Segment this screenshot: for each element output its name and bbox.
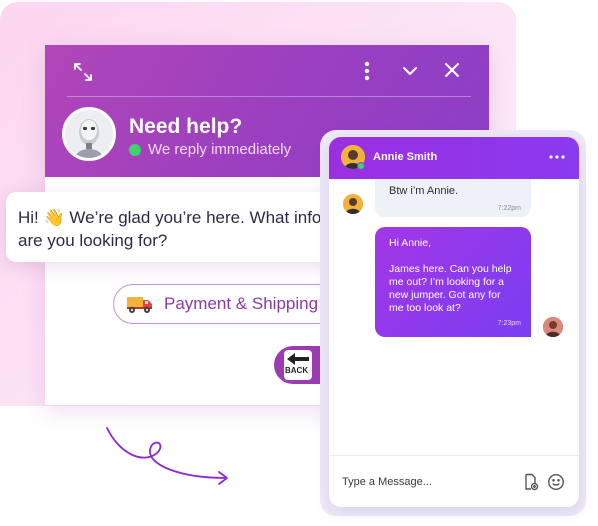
more-horizontal-icon[interactable] xyxy=(549,147,565,163)
agent-avatar-small xyxy=(343,194,363,214)
message-input-row xyxy=(329,455,579,507)
status-text: We reply immediately xyxy=(148,141,292,158)
attach-file-icon[interactable] xyxy=(523,473,539,491)
message-input[interactable] xyxy=(342,475,502,488)
bot-avatar xyxy=(62,107,116,161)
message-time: 7:23pm xyxy=(497,320,521,327)
message-text: Hi Annie, James here. Can you help me ou… xyxy=(389,237,512,314)
payment-shipping-option[interactable]: Payment & Shipping xyxy=(113,284,353,324)
squiggle-arrow-icon xyxy=(106,427,228,485)
chat-header: Annie Smith xyxy=(329,137,579,179)
user-avatar xyxy=(543,317,563,337)
online-status-dot xyxy=(129,144,141,156)
agent-message: Btw i’m Annie. 7:22pm xyxy=(375,179,531,217)
greeting-message: Hi! 👋 We’re glad you’re here. What info … xyxy=(6,192,338,262)
truck-icon xyxy=(126,294,154,314)
message-text: Btw i’m Annie. xyxy=(389,185,459,197)
header-divider xyxy=(67,96,471,97)
emoji-icon[interactable] xyxy=(547,473,565,491)
close-icon[interactable] xyxy=(442,60,462,80)
agent-online-dot xyxy=(357,162,365,170)
option-label: Payment & Shipping xyxy=(164,294,319,313)
back-label: BACK xyxy=(285,366,309,375)
user-message: Hi Annie, James here. Can you help me ou… xyxy=(375,227,531,337)
widget-title: Need help? xyxy=(129,115,243,138)
back-arrow-icon xyxy=(284,350,312,380)
chat-window: Annie Smith Btw i’m Annie. 7:22pm Hi Ann… xyxy=(329,137,579,507)
expand-icon[interactable] xyxy=(71,60,95,84)
message-time: 7:22pm xyxy=(497,205,521,212)
chevron-down-icon[interactable] xyxy=(400,61,420,81)
agent-name: Annie Smith xyxy=(373,151,438,163)
more-vertical-icon[interactable] xyxy=(358,59,376,83)
